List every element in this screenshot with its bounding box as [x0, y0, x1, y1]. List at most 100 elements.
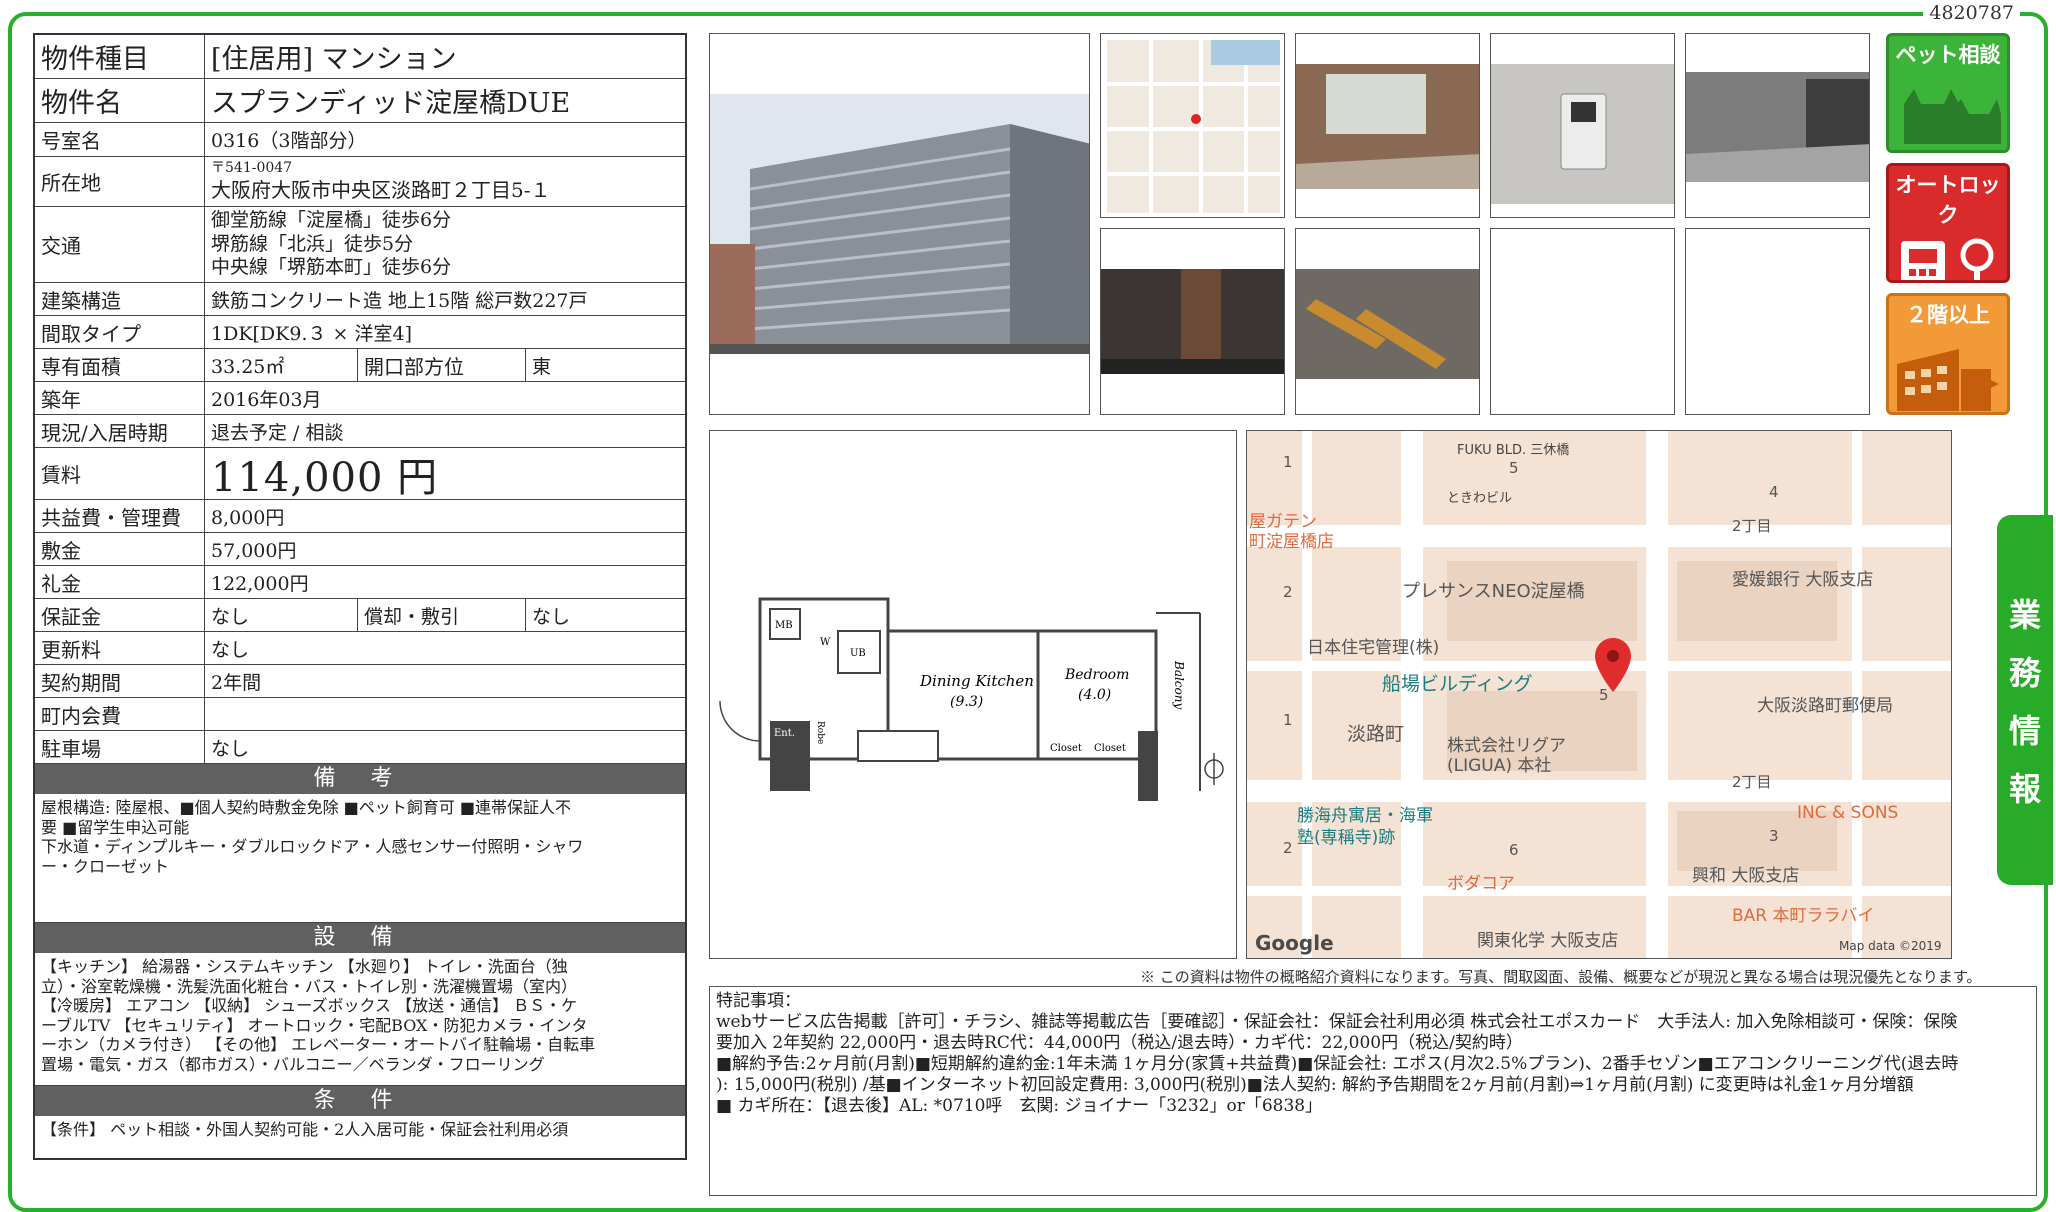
guarantee-label: 保証金	[35, 599, 205, 631]
parking-image	[1686, 72, 1869, 182]
map-label: 塾(専稱寺)跡	[1297, 828, 1396, 848]
remarks-line: ー・クローゼット	[41, 856, 170, 876]
structure-value: 鉄筋コンクリート造 地上15階 総戸数227戸	[211, 289, 588, 312]
row-name: 物件名 スプランディッド淀屋橋DUE	[35, 79, 685, 123]
town-value	[205, 698, 685, 730]
type-value: [住居用] マンション	[211, 44, 457, 75]
contract-value: 2年間	[211, 671, 262, 694]
notes-line: 特記事項：	[716, 991, 801, 1011]
row-renewal: 更新料 なし	[35, 632, 685, 665]
map-label: 淡路町	[1347, 723, 1405, 745]
row-town: 町内会費	[35, 698, 685, 731]
pet-icon	[1904, 89, 2001, 144]
area-value: 33.25㎡	[205, 349, 358, 381]
location-map[interactable]: FUKU BLD. 三休橋 ときわビル 屋ガテン 町淀屋橋店 プレサンスNEO淀…	[1246, 430, 1952, 959]
row-fee: 共益費・管理費 8,000円	[35, 500, 685, 533]
town-label: 町内会費	[35, 698, 205, 730]
map-label: 日本住宅管理(株)	[1307, 638, 1440, 658]
block-number: 5	[1509, 459, 1519, 477]
map-label: プレサンスNEO淀屋橋	[1402, 581, 1585, 602]
map-label: ボダコア	[1447, 874, 1515, 894]
row-status: 現況/入居時期 退去予定 / 相談	[35, 415, 685, 448]
dining-size: (9.3)	[950, 694, 983, 710]
pet-badge-label: ペット相談	[1895, 43, 2001, 67]
row-rent: 賃料 114,000 円	[35, 448, 685, 501]
layout-label: 間取タイプ	[35, 316, 205, 348]
row-area: 専有面積 33.25㎡ 開口部方位 東	[35, 349, 685, 382]
row-guarantee: 保証金 なし 償却・敷引 なし	[35, 599, 685, 632]
block-number: 1	[1283, 453, 1293, 471]
layout-value: 1DK[DK9.３ × 洋室4]	[211, 322, 412, 345]
tab-char: 報	[2008, 770, 2041, 808]
map-label: ときわビル	[1447, 491, 1513, 506]
equipment-line: 【冷暖房】 エアコン 【収納】 シューズボックス 【放送・通信】 ＢＳ・ケ	[41, 996, 578, 1016]
name-label: 物件名	[35, 79, 205, 122]
lobby-image	[1296, 64, 1479, 189]
parking-value: なし	[211, 737, 250, 760]
map-label: 船場ビルディング	[1382, 673, 1533, 695]
structure-label: 建築構造	[35, 283, 205, 315]
address-text: 大阪府大阪市中央区淡路町２丁目5-１	[211, 177, 551, 202]
autolock-icon	[1901, 238, 1994, 280]
row-built: 築年 2016年03月	[35, 382, 685, 415]
remarks-line: 屋根構造: 陸屋根、■個人契約時敷金免除 ■ペット飼育可 ■連帯保証人不	[41, 798, 572, 817]
autolock-badge-label: オートロック	[1895, 173, 2001, 227]
business-info-tab[interactable]: 業 務 情 報	[1997, 515, 2053, 885]
renewal-label: 更新料	[35, 632, 205, 664]
entrance-photo	[1100, 228, 1285, 415]
property-info-table: 物件種目 [住居用] マンション 物件名 スプランディッド淀屋橋DUE 号室名 …	[33, 33, 687, 1160]
status-label: 現況/入居時期	[35, 415, 205, 447]
type-label: 物件種目	[35, 35, 205, 78]
block-number: 3	[1769, 827, 1779, 845]
row-address: 所在地 〒541-0047 大阪府大阪市中央区淡路町２丁目5-１	[35, 157, 685, 207]
building-photo-image	[710, 94, 1089, 354]
row-contract: 契約期間 2年間	[35, 665, 685, 698]
transit-line: 中央線「堺筋本町」徒歩6分	[211, 256, 452, 279]
opening-value: 東	[532, 355, 552, 378]
remarks-line: 要 ■留学生申込可能	[41, 817, 190, 837]
notes-line: ■ カギ所在：【退去後】AL: *0710呼 玄関: ジョイナー「3232」or…	[716, 1096, 1323, 1117]
thumb-map-image	[1107, 40, 1280, 213]
block-number: 2	[1283, 583, 1293, 601]
map-label: FUKU BLD. 三休橋	[1457, 443, 1570, 458]
rent-label: 賃料	[35, 448, 205, 499]
fee-label: 共益費・管理費	[35, 500, 205, 532]
lobby-photo	[1295, 33, 1480, 218]
balcony-label: Balcony	[1172, 660, 1186, 709]
equipment-line: ーブルTV 【セキュリティ】 オートロック・宅配BOX・防犯カメラ・インタ	[41, 1015, 588, 1035]
building-photo	[709, 33, 1090, 415]
bedroom-size: (4.0)	[1078, 687, 1111, 703]
pet-badge: ペット相談	[1886, 33, 2010, 153]
google-logo: Google	[1255, 931, 1334, 955]
notes-line: 要加入 2年契約 22,000円・退去時RC代：44,000円（税込/退去時）・…	[716, 1033, 1523, 1054]
room-value: 0316（3階部分）	[211, 130, 367, 152]
conditions-text: 【条件】 ペット相談・外国人契約可能・2人入居可能・保証会社利用必須	[41, 1120, 569, 1139]
empty-photo-slot	[1490, 228, 1675, 415]
tab-char: 業	[2008, 596, 2041, 634]
intercom-photo	[1490, 33, 1675, 218]
block-number: 1	[1283, 711, 1293, 729]
keymoney-label: 礼金	[35, 566, 205, 598]
equipment-text: 【キッチン】 給湯器・システムキッチン 【水廻り】 トイレ・洗面台（独 立）・浴…	[35, 953, 685, 1086]
empty-photo-slot	[1685, 228, 1870, 415]
equipment-line: 立）・浴室乾燥機・洗髪洗面化粧台・バス・トイレ別・洗濯機置場（室内）	[41, 976, 578, 996]
parking-label: 駐車場	[35, 731, 205, 763]
bike-rack-photo	[1295, 228, 1480, 415]
map-label: BAR 本町ララバイ	[1732, 906, 1875, 926]
status-value: 退去予定 / 相談	[211, 421, 344, 444]
equipment-line: ーホン（カメラ付き） 【その他】 エレベーター・オートバイ駐輪場・自転車	[41, 1035, 596, 1055]
disclaimer-note: ※ この資料は物件の概略紹介資料になります。写真、間取図面、設備、概要などが現況…	[1140, 968, 1982, 986]
block-number: 2	[1283, 839, 1293, 857]
deposit-label: 敷金	[35, 533, 205, 565]
map-label: 2丁目	[1732, 773, 1772, 791]
remarks-line: 下水道・ディンプルキー・ダブルロックドア・人感センサー付照明・シャワ	[41, 837, 584, 857]
built-value: 2016年03月	[211, 388, 322, 411]
intercom-image	[1491, 64, 1674, 204]
bedroom-label: Bedroom	[1064, 667, 1129, 683]
parking-photo	[1685, 33, 1870, 218]
block-number: 6	[1509, 841, 1519, 859]
built-label: 築年	[35, 382, 205, 414]
address-label: 所在地	[35, 157, 205, 206]
equipment-line: 【キッチン】 給湯器・システムキッチン 【水廻り】 トイレ・洗面台（独	[41, 957, 568, 976]
floor-plan-drawing: MB W UB Ent. Dining Kitchen (9.3) Bedroo…	[719, 597, 1224, 801]
